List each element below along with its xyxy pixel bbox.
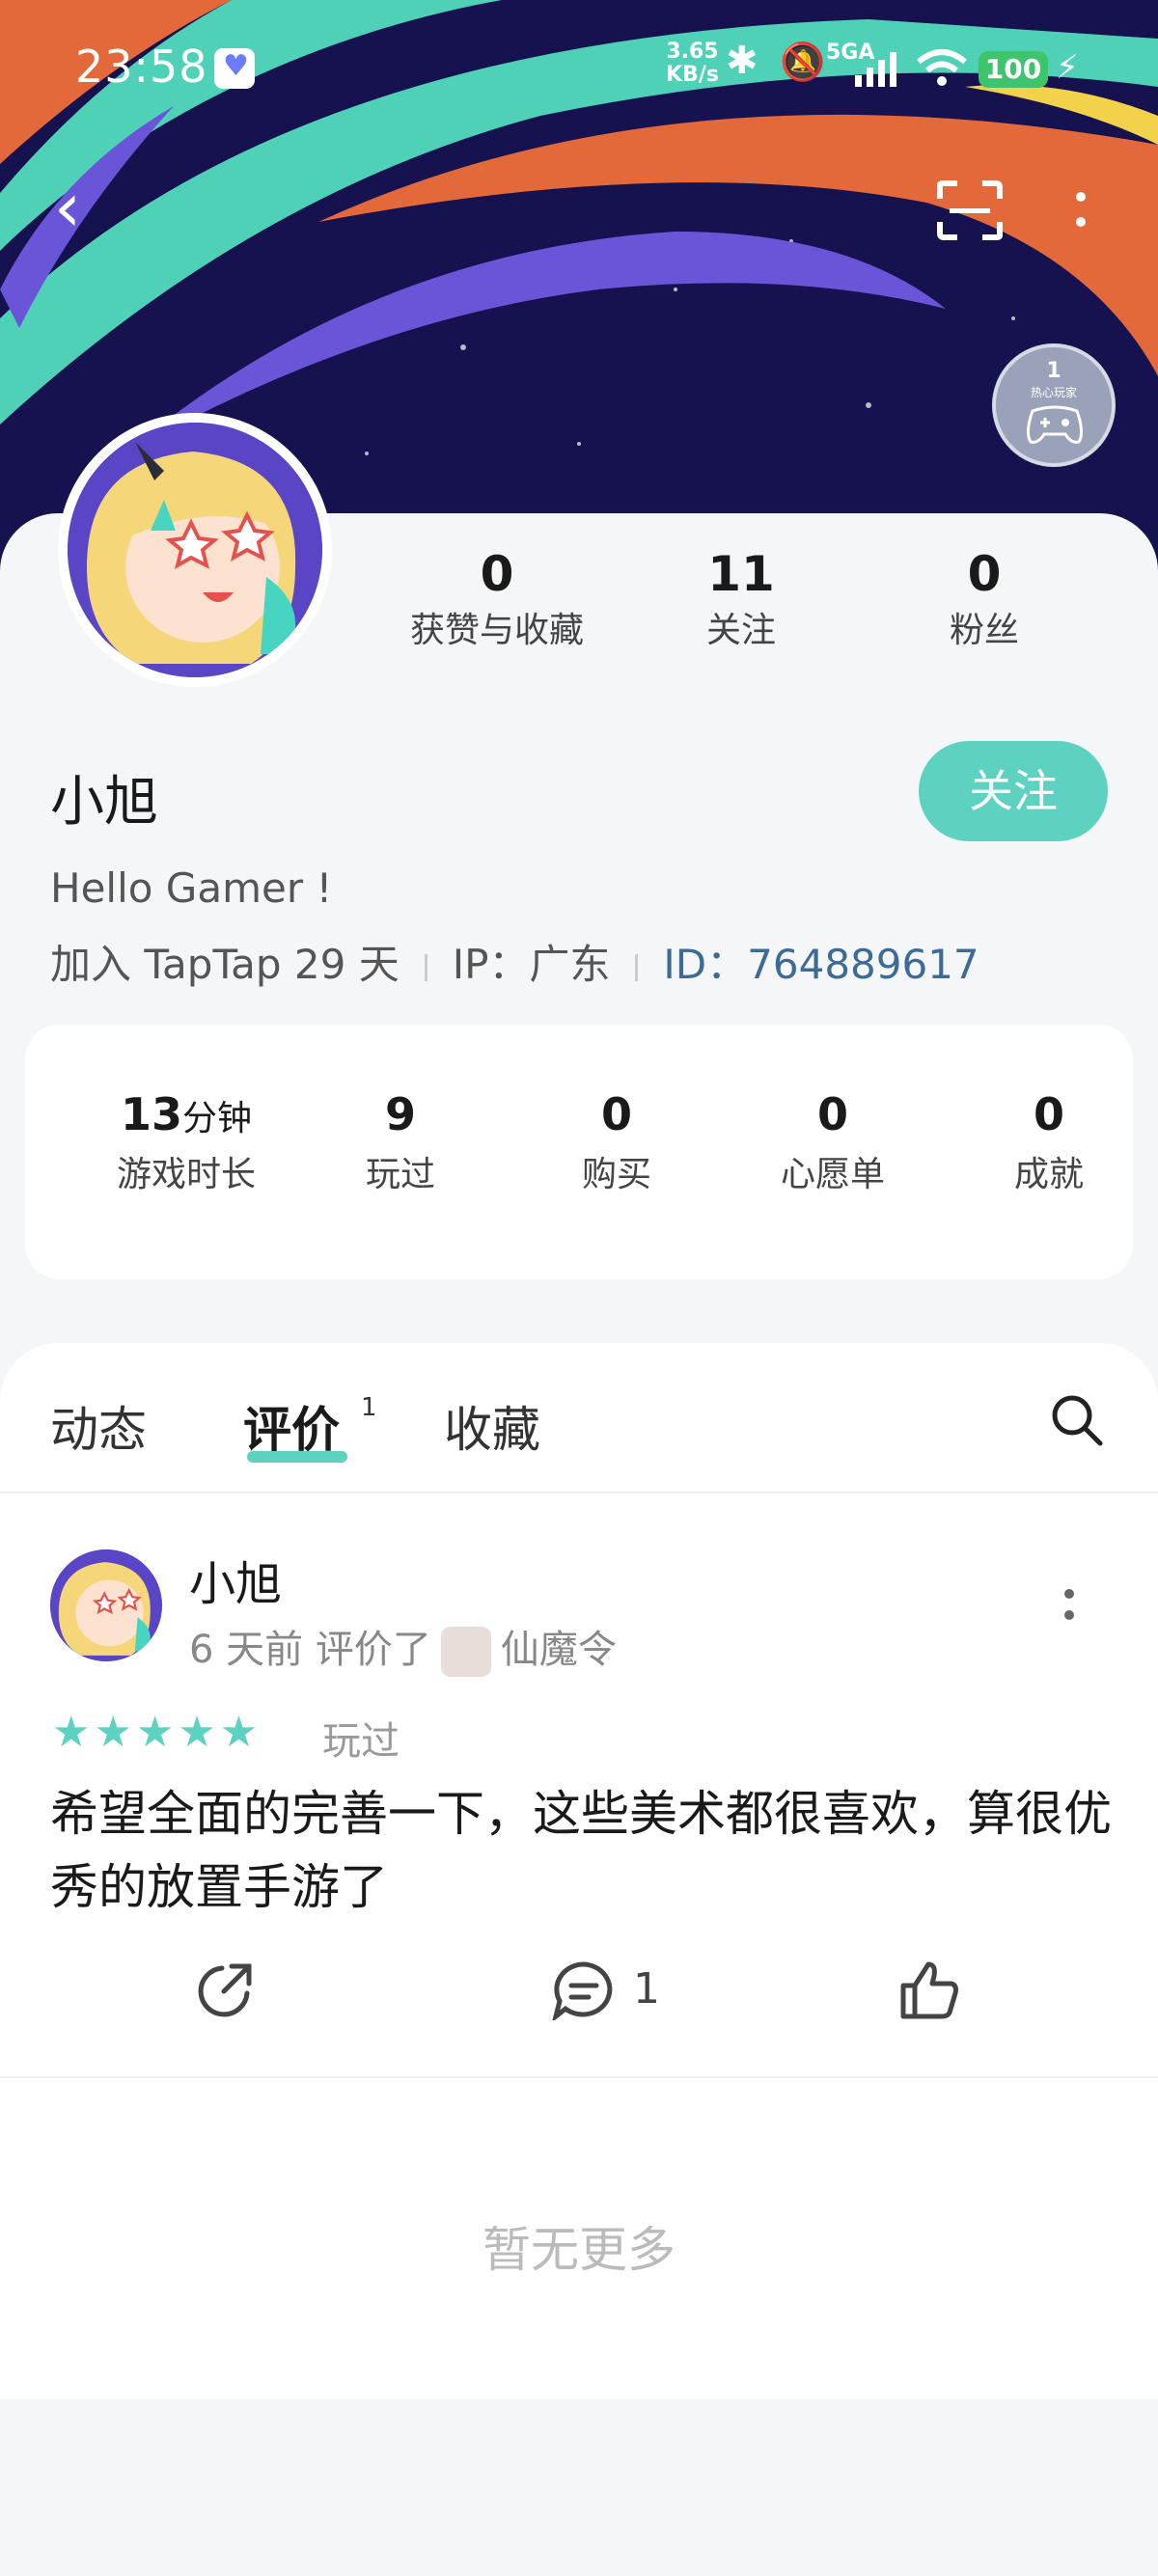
status-time: 23:58 xyxy=(75,41,208,93)
review-game-name[interactable]: 仙魔令 xyxy=(501,1628,617,1672)
charging-icon: ⚡ xyxy=(1056,48,1079,87)
stat-achievements[interactable]: 0 成就 xyxy=(948,1088,1150,1196)
stat-likes-value: 0 xyxy=(480,546,514,602)
search-icon[interactable] xyxy=(1048,1391,1106,1449)
like-icon[interactable] xyxy=(899,1960,961,2020)
user-meta: 加入 TapTap 29 天 IP：广东 ID：764889617 xyxy=(50,932,979,991)
playtime-unit: 分钟 xyxy=(182,1099,253,1138)
playtime-label: 游戏时长 xyxy=(116,1155,256,1194)
join-duration: 加入 TapTap 29 天 xyxy=(50,941,400,988)
more-vertical-icon[interactable] xyxy=(1069,189,1092,232)
follow-button[interactable]: 关注 xyxy=(919,741,1108,841)
user-id[interactable]: ID：764889617 xyxy=(663,941,979,988)
signal-bars-icon xyxy=(855,52,896,87)
stat-likes[interactable]: 0 获赞与收藏 xyxy=(386,546,608,652)
share-icon[interactable] xyxy=(195,1960,255,2020)
back-icon[interactable]: ‹ xyxy=(54,174,81,241)
stat-following-value: 11 xyxy=(707,546,775,602)
review-status: 玩过 xyxy=(322,1719,400,1764)
tab-divider xyxy=(0,1492,1158,1494)
stat-following[interactable]: 11 关注 xyxy=(664,546,818,652)
game-stats-card: 13分钟 游戏时长 9 玩过 0 购买 0 心愿单 0 成就 xyxy=(25,1025,1133,1279)
review-divider xyxy=(0,2076,1158,2078)
content-panel: 动态 评价 1 收藏 小旭 6 天前 评价了 仙魔令 ★★★★★ 玩过 希望全面的… xyxy=(0,1343,1158,2398)
achievements-value: 0 xyxy=(1033,1088,1064,1140)
played-label: 玩过 xyxy=(365,1155,435,1194)
stat-played[interactable]: 9 玩过 xyxy=(299,1088,502,1196)
user-avatar[interactable] xyxy=(58,413,332,687)
no-more-text: 暂无更多 xyxy=(482,2222,676,2278)
avatar-image xyxy=(68,423,322,677)
review-more-icon[interactable] xyxy=(1062,1586,1077,1625)
user-bio: Hello Gamer ! xyxy=(50,864,333,912)
tab-activity[interactable]: 动态 xyxy=(50,1391,147,1461)
stat-followers[interactable]: 0 粉丝 xyxy=(907,546,1062,652)
user-name: 小旭 xyxy=(50,771,158,834)
comment-icon[interactable] xyxy=(552,1960,616,2020)
rating-stars: ★★★★★ xyxy=(52,1708,262,1757)
stat-following-label: 关注 xyxy=(705,611,776,650)
comment-count: 1 xyxy=(633,1964,660,2014)
stat-wishlist[interactable]: 0 心愿单 xyxy=(731,1088,934,1196)
stat-likes-label: 获赞与收藏 xyxy=(409,611,584,650)
battery-level: 100 xyxy=(979,51,1048,88)
review-author-name[interactable]: 小旭 xyxy=(189,1546,282,1613)
review-time: 6 天前 xyxy=(189,1628,304,1672)
badge-label: 热心玩家 xyxy=(1030,386,1077,399)
stat-followers-label: 粉丝 xyxy=(949,611,1019,650)
review-meta: 6 天前 评价了 仙魔令 xyxy=(189,1618,617,1677)
bluetooth-icon: ✱ xyxy=(726,39,758,83)
divider xyxy=(635,953,639,981)
played-value: 9 xyxy=(384,1088,416,1140)
network-speed-value: 3.65 xyxy=(666,40,719,64)
review-author-avatar[interactable] xyxy=(50,1549,162,1661)
wishlist-label: 心愿单 xyxy=(780,1155,885,1194)
purchased-value: 0 xyxy=(600,1088,632,1140)
player-badge[interactable]: 1 热心玩家 xyxy=(992,343,1116,467)
playtime-value: 13 xyxy=(120,1088,182,1140)
tab-favorites[interactable]: 收藏 xyxy=(444,1391,540,1461)
bell-muted-icon: 🔕 xyxy=(780,41,826,83)
review-action: 评价了 xyxy=(315,1628,431,1672)
network-speed-unit: KB/s xyxy=(666,63,719,87)
ip-location: IP：广东 xyxy=(452,941,611,988)
stat-playtime[interactable]: 13分钟 游戏时长 xyxy=(85,1088,288,1196)
scan-icon[interactable] xyxy=(936,179,1004,241)
gamepad-icon xyxy=(1026,405,1084,444)
wishlist-value: 0 xyxy=(816,1088,848,1140)
tab-reviews-count: 1 xyxy=(361,1393,377,1422)
wifi-icon xyxy=(917,49,967,86)
achievements-label: 成就 xyxy=(1013,1155,1084,1194)
badge-level: 1 xyxy=(1046,359,1062,383)
stat-followers-value: 0 xyxy=(967,546,1002,602)
tab-active-indicator xyxy=(247,1451,347,1463)
purchased-label: 购买 xyxy=(581,1155,651,1194)
game-thumbnail-icon[interactable] xyxy=(440,1627,491,1677)
heart-app-icon xyxy=(214,48,255,89)
review-text[interactable]: 希望全面的完善一下，这些美术都很喜欢，算很优秀的放置手游了 xyxy=(50,1777,1112,1924)
divider xyxy=(424,953,427,981)
network-speed: 3.65 KB/s xyxy=(666,41,719,87)
stat-purchased[interactable]: 0 购买 xyxy=(515,1088,718,1196)
